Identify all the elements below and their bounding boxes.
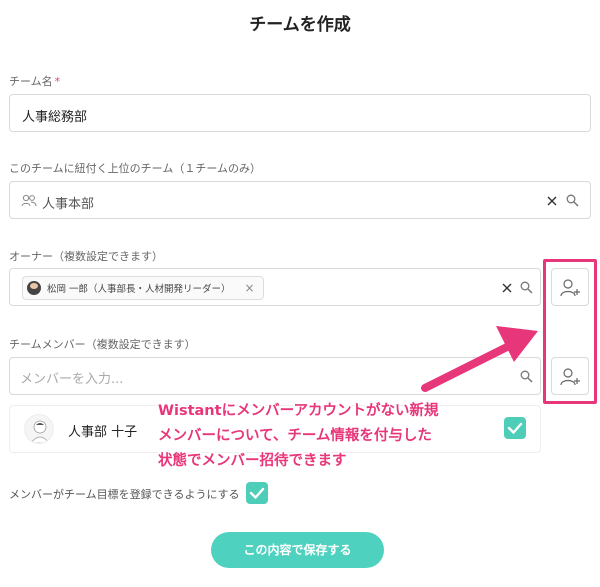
annotation-line-1: Wistantにメンバーアカウントがない新規	[158, 403, 439, 419]
annotation-arrow	[421, 326, 538, 392]
annotation-line-2: メンバーについて、チーム情報を付与した	[158, 428, 432, 444]
annotation-line-3: 状態でメンバー招待できます	[158, 453, 347, 469]
